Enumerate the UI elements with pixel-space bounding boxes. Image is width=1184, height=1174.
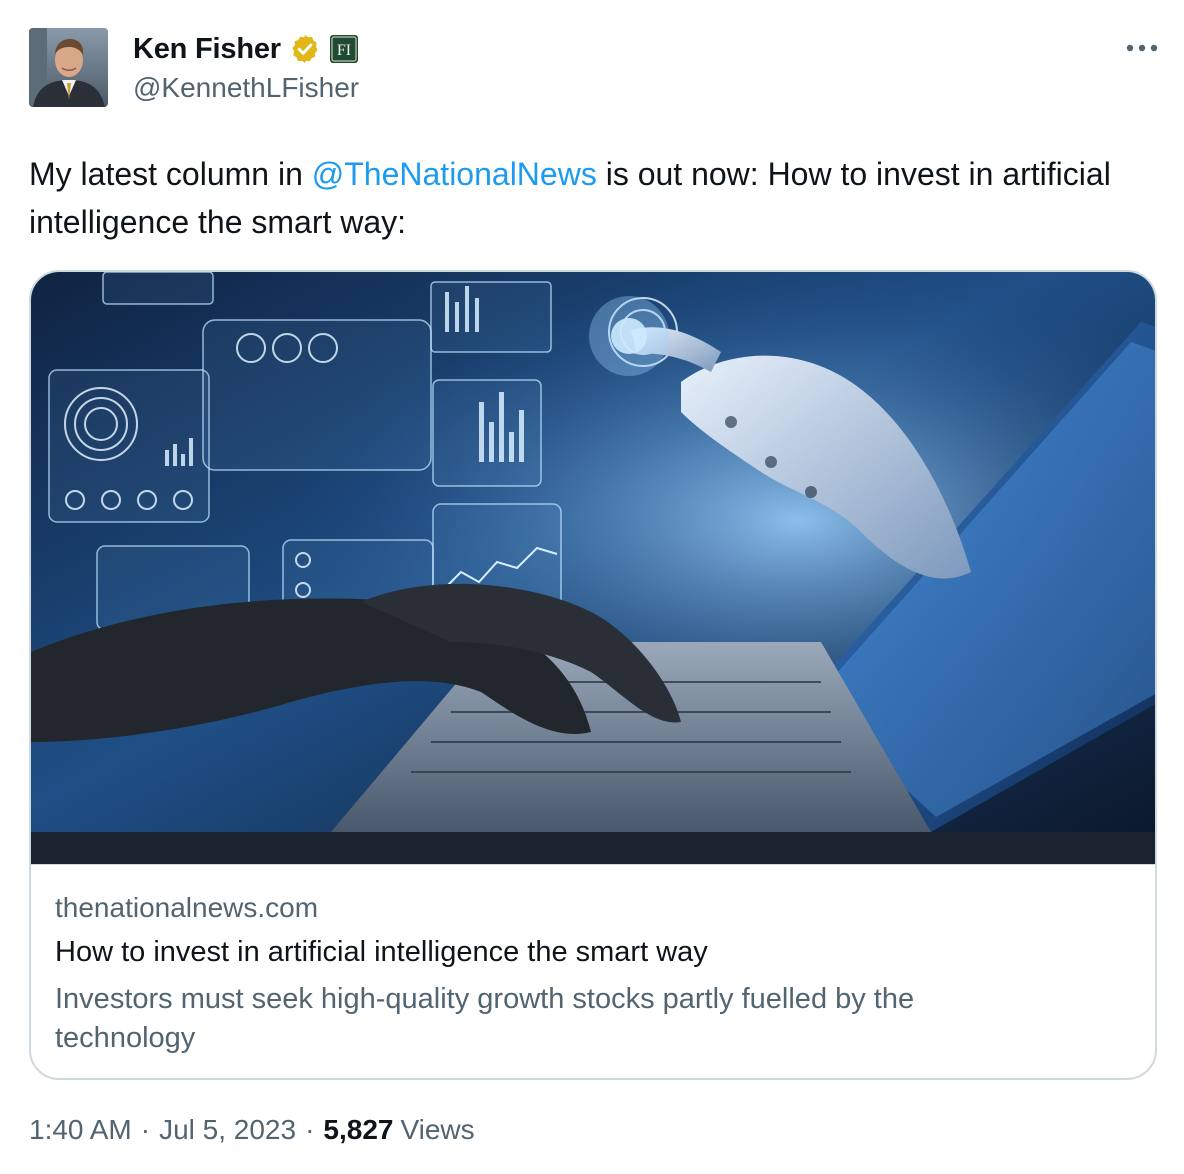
- card-description: Investors must seek high-quality growth …: [55, 983, 915, 1054]
- display-name[interactable]: Ken Fisher: [133, 33, 281, 66]
- views-count: 5,827: [323, 1114, 394, 1145]
- card-image[interactable]: [31, 272, 1155, 865]
- verified-checkmark-icon[interactable]: [289, 33, 321, 65]
- affiliation-badge-icon[interactable]: FI: [329, 34, 359, 64]
- user-handle[interactable]: @KennethLFisher: [133, 72, 359, 104]
- tweet-text-before: My latest column in: [29, 156, 312, 192]
- timestamp-time[interactable]: 1:40 AM: [29, 1114, 132, 1146]
- ai-robot-hand-laptop-image: [31, 272, 1155, 864]
- views-label: Views: [400, 1114, 475, 1145]
- tweet-meta: 1:40 AM · Jul 5, 2023 · 5,827 Views: [29, 1114, 475, 1146]
- card-domain: thenationalnews.com: [55, 892, 319, 923]
- link-preview-card[interactable]: thenationalnews.com How to invest in art…: [29, 270, 1157, 1080]
- meta-separator: ·: [140, 1114, 151, 1145]
- author-name-row: Ken Fisher FI: [133, 30, 359, 68]
- more-horizontal-icon: [1126, 44, 1158, 52]
- more-options-button[interactable]: [1122, 28, 1162, 68]
- timestamp-date[interactable]: Jul 5, 2023: [159, 1114, 296, 1146]
- meta-separator: ·: [305, 1114, 315, 1145]
- avatar[interactable]: [29, 28, 108, 107]
- profile-photo: [29, 28, 108, 107]
- mention-link[interactable]: @TheNationalNews: [312, 156, 597, 192]
- card-title: How to invest in artificial intelligence…: [55, 936, 708, 968]
- affiliation-badge-text: FI: [337, 42, 351, 59]
- tweet-text: My latest column in @TheNationalNews is …: [29, 150, 1139, 246]
